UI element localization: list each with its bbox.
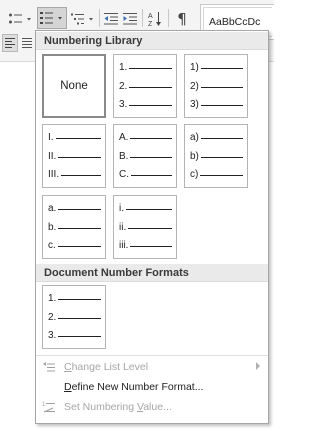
none-label: None [60, 80, 88, 92]
list-number: 1. [119, 62, 128, 73]
show-hide-marks-button[interactable]: ¶ [173, 8, 191, 30]
ribbon-separator [168, 9, 169, 27]
list-number: c) [190, 169, 199, 180]
change-list-level-item[interactable]: Change List Level [36, 357, 268, 377]
bullet-list-icon [9, 13, 31, 24]
bullets-button[interactable] [6, 8, 36, 30]
svg-text:1: 1 [42, 402, 46, 408]
list-number: a. [48, 203, 57, 214]
numbered-list-icon [40, 12, 62, 24]
sort-az-icon: A Z [148, 12, 161, 27]
list-number: 1) [190, 62, 199, 73]
numbering-format-arabic-paren[interactable]: 1) 2) 3) [184, 54, 248, 118]
accelerator-key: C [64, 361, 72, 373]
list-number: C. [119, 169, 129, 180]
increase-indent-icon [123, 13, 137, 25]
justify-icon [22, 38, 32, 48]
numbering-format-none[interactable]: None [42, 54, 106, 118]
svg-text:A: A [148, 13, 153, 20]
list-number: a) [190, 132, 199, 143]
label-text: alue... [143, 401, 172, 413]
numbering-format-alpha-lower-paren[interactable]: a) b) c) [184, 124, 248, 188]
sort-button[interactable]: A Z [146, 8, 164, 30]
numbering-format-alpha-lower-period[interactable]: a. b. c. [42, 195, 106, 259]
define-new-number-format-label: Define New Number Format... [64, 381, 203, 393]
decrease-indent-button[interactable] [102, 8, 120, 30]
list-number: b. [48, 222, 57, 233]
set-numbering-value-label: Set Numbering Value... [64, 401, 172, 413]
list-number: iii. [119, 240, 129, 251]
list-number: 2. [119, 81, 128, 92]
document-number-formats-header: Document Number Formats [36, 264, 268, 282]
numbering-format-roman-lower[interactable]: i. ii. iii. [113, 195, 177, 259]
change-list-level-label: Change List Level [64, 361, 148, 373]
define-new-number-format-item[interactable]: Define New Number Format... [36, 377, 268, 397]
list-number: i. [119, 203, 124, 214]
decrease-indent-icon [104, 13, 118, 25]
align-left-button[interactable] [2, 34, 18, 52]
label-text: hange List Level [71, 361, 149, 373]
ribbon-separator [142, 9, 143, 27]
list-number: b) [190, 151, 199, 162]
increase-indent-button[interactable] [121, 8, 139, 30]
submenu-arrow-icon [256, 362, 260, 370]
ribbon-separator [99, 9, 100, 27]
list-number: A. [119, 132, 129, 143]
list-number: I. [48, 132, 54, 143]
numbering-library-header: Numbering Library [36, 32, 268, 50]
svg-text:Z: Z [148, 21, 153, 27]
list-number: 2) [190, 81, 199, 92]
list-number: III. [48, 169, 60, 180]
list-number: 2. [48, 312, 57, 323]
list-number: ii. [119, 222, 127, 233]
numbering-format-roman-upper[interactable]: I. II. III. [42, 124, 106, 188]
set-numbering-value-icon: 1 [42, 400, 56, 414]
menu-separator [36, 355, 268, 356]
numbering-dropdown: Numbering Library None 1. 2. 3. 1) 2) 3)… [35, 30, 269, 424]
align-left-icon [5, 38, 15, 48]
multilevel-list-icon [71, 13, 93, 25]
multilevel-list-button[interactable] [68, 8, 98, 30]
change-list-level-icon [42, 360, 56, 374]
numbering-format-arabic-period[interactable]: 1. 2. 3. [113, 54, 177, 118]
label-text: efine New Number Format... [71, 381, 204, 393]
set-numbering-value-item[interactable]: 1 Set Numbering Value... [36, 397, 268, 417]
label-text: Set Numbering [64, 401, 137, 413]
list-number: 3. [48, 330, 57, 341]
list-number: 3) [190, 99, 199, 110]
numbering-button[interactable] [37, 7, 67, 29]
list-number: c. [48, 240, 56, 251]
pilcrow-icon: ¶ [177, 10, 187, 28]
accelerator-key: D [64, 381, 72, 393]
justify-button[interactable] [20, 35, 34, 51]
list-number: II. [48, 151, 57, 162]
numbering-format-alpha-upper[interactable]: A. B. C. [113, 124, 177, 188]
list-number: 1. [48, 293, 57, 304]
list-number: 3. [119, 99, 128, 110]
list-number: B. [119, 151, 129, 162]
document-format-arabic-period[interactable]: 1. 2. 3. [42, 285, 106, 349]
